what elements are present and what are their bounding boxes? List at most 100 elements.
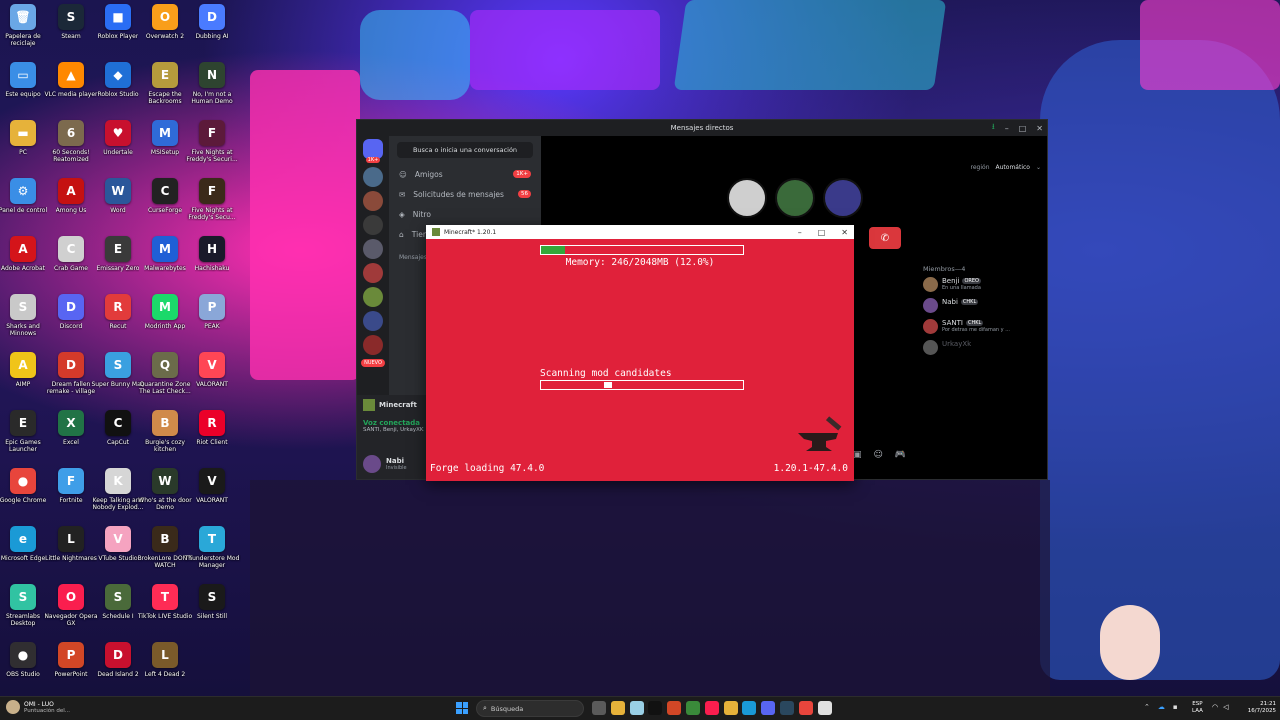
desktop-icon[interactable]: H Hachishaku (183, 236, 241, 272)
member-tag: OREO (962, 278, 981, 284)
nav-item[interactable]: ✉ Solicitudes de mensajes 56 (389, 184, 541, 204)
rail-badge: 1K+ (365, 157, 381, 163)
app-icon: R (105, 294, 131, 320)
desktop-icon[interactable]: T Thunderstore Mod Manager (183, 526, 241, 569)
avatar (923, 277, 938, 292)
vtube-studio-icon[interactable] (629, 701, 644, 715)
desktop-icon-label: MSISetup (150, 149, 180, 156)
desktop-icon-label: PEAK (204, 323, 220, 330)
memory-text: Memory: 246/2048MB (12.0%) (565, 257, 715, 268)
opera-gx-icon[interactable] (704, 701, 719, 715)
search-input[interactable]: Busca o inicia una conversación (397, 142, 533, 158)
steam-icon[interactable] (780, 701, 794, 715)
emoji-icon[interactable]: ☺ (874, 450, 883, 460)
language-indicator[interactable]: ESP LAA (1192, 701, 1203, 715)
minimize-icon[interactable]: – (798, 228, 802, 237)
desktop-icon-label: PowerPoint (54, 671, 88, 678)
nav-item[interactable]: ◈ Nitro (389, 204, 541, 224)
neon-sign-cup (360, 10, 470, 100)
server-icon[interactable] (363, 191, 383, 211)
shop-icon: ⌂ (399, 229, 404, 239)
avatar[interactable] (363, 455, 381, 473)
task-view-icon[interactable] (592, 701, 606, 715)
edge-icon[interactable] (742, 701, 757, 715)
powerpoint-icon[interactable] (667, 701, 682, 715)
desktop-icon[interactable]: P PEAK (183, 294, 241, 330)
server-icon[interactable] (363, 287, 383, 307)
server-icon[interactable] (363, 167, 383, 187)
file-explorer-icon[interactable] (610, 701, 625, 715)
server-icon[interactable] (363, 239, 383, 259)
hangup-button[interactable]: ✆ (869, 227, 901, 249)
discord-icon[interactable] (761, 701, 776, 715)
search-box[interactable]: ⌕ Búsqueda (476, 700, 584, 717)
desktop-icon[interactable]: N No, I'm not a Human Demo (183, 62, 241, 105)
download-icon[interactable]: ⭳ (992, 121, 995, 135)
desktop-icon-label: Left 4 Dead 2 (144, 671, 186, 678)
desktop-icon[interactable]: L Left 4 Dead 2 (136, 642, 194, 678)
call-participant-avatar[interactable] (727, 178, 767, 218)
minecraft-titlebar: Minecraft* 1.20.1 – □ ✕ (426, 225, 854, 239)
app-icon: E (105, 236, 131, 262)
server-icon[interactable] (363, 335, 383, 355)
network-volume[interactable]: ◠ ◁ (1212, 703, 1229, 711)
home-button[interactable] (363, 139, 383, 159)
desktop-icon[interactable]: D Dubbing AI (183, 4, 241, 40)
wifi-icon: ◠ (1212, 703, 1219, 711)
nav-item[interactable]: ☺ Amigos 1K+ (389, 164, 541, 184)
desktop-icon[interactable]: S Silent Still (183, 584, 241, 620)
member-row[interactable]: Nabi CHKL (923, 298, 1043, 319)
call-participant-avatar[interactable] (775, 178, 815, 218)
user-name: Nabi (386, 457, 404, 465)
chevron-up-icon[interactable]: ⌃ (1144, 703, 1150, 711)
maximize-icon[interactable]: □ (1019, 124, 1027, 133)
app-icon: O (58, 584, 84, 610)
app-icon: S (10, 584, 36, 610)
server-icon[interactable] (363, 215, 383, 235)
minecraft-icon[interactable] (686, 701, 700, 715)
app-icon: ◆ (105, 62, 131, 88)
folder-icon[interactable] (723, 701, 738, 715)
app-icon: K (105, 468, 131, 494)
screen-share-icon[interactable]: ▣ (853, 450, 862, 460)
desktop-icon[interactable]: V VALORANT (183, 352, 241, 388)
desktop-icon[interactable]: F Five Nights at Freddy's Securi... (183, 120, 241, 163)
server-icon[interactable] (363, 263, 383, 283)
desktop-icon[interactable]: F Five Nights at Freddy's Secu... (183, 178, 241, 221)
app-icon: 6 (58, 120, 84, 146)
maximize-icon[interactable]: □ (818, 228, 826, 237)
friends-icon: ☺ (399, 169, 407, 179)
server-icon[interactable] (363, 311, 383, 331)
onedrive-icon[interactable]: ☁ (1158, 703, 1165, 711)
member-row[interactable]: UrkayXk (923, 340, 1043, 361)
close-icon[interactable]: ✕ (1036, 124, 1043, 133)
app-tray-icon[interactable]: ▪ (1173, 703, 1178, 711)
app-icon: B (152, 526, 178, 552)
chrome-icon[interactable] (798, 701, 813, 715)
taskbar: OMI - LUO Puntuación del... ⌕ Búsqueda ⌃… (0, 696, 1280, 720)
start-button[interactable] (456, 702, 468, 714)
app-icon: F (199, 120, 225, 146)
minimize-icon[interactable]: – (1005, 124, 1009, 133)
notification[interactable]: OMI - LUO Puntuación del... (6, 700, 70, 714)
member-row[interactable]: SANTI CHKL Por detras me difaman y ... (923, 319, 1043, 340)
desktop-icon[interactable]: R Riot Client (183, 410, 241, 446)
clock[interactable]: 21:21 16/7/2025 (1240, 701, 1276, 715)
member-row[interactable]: Benji OREO En una llamada (923, 277, 1043, 298)
app-icon: ▲ (58, 62, 84, 88)
app-icon: A (10, 236, 36, 262)
desktop-icon-label: Five Nights at Freddy's Secu... (188, 207, 236, 221)
desktop-icon[interactable]: V VALORANT (183, 468, 241, 504)
activity-icon[interactable]: 🎮 (895, 450, 906, 460)
minecraft-title: Minecraft* 1.20.1 (444, 228, 497, 236)
capcut-icon[interactable] (648, 701, 663, 715)
minecraft-window[interactable]: Minecraft* 1.20.1 – □ ✕ Memory: 246/2048… (426, 225, 854, 481)
desktop-icon-label: Este equipo (5, 91, 41, 98)
app-icon: F (199, 178, 225, 204)
call-participant-avatar[interactable] (823, 178, 863, 218)
count-badge: 56 (518, 190, 531, 198)
close-icon[interactable]: ✕ (841, 228, 848, 237)
region-selector[interactable]: región Automático ⌄ (971, 164, 1041, 171)
app-icon: C (105, 410, 131, 436)
obs-icon[interactable] (817, 701, 832, 715)
